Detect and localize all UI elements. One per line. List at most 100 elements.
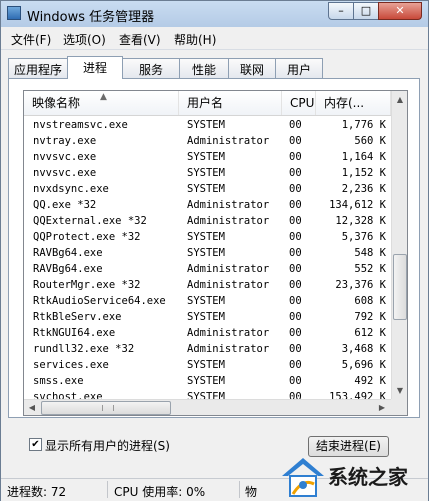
horizontal-scrollbar[interactable]: ◀ ▶ bbox=[24, 399, 391, 415]
process-memory: 5,376 K bbox=[341, 231, 386, 243]
vertical-scrollbar[interactable]: ▲ ▼ bbox=[391, 91, 407, 399]
process-cpu: 00 bbox=[289, 183, 302, 195]
table-row[interactable]: RtkAudioService64.exe SYSTEM 00 608 K bbox=[24, 293, 391, 309]
scroll-down-icon[interactable]: ▼ bbox=[392, 382, 407, 399]
table-row[interactable]: QQ.exe *32 Administrator 00 134,612 K bbox=[24, 197, 391, 213]
column-user-name[interactable]: 用户名 bbox=[179, 91, 282, 115]
table-row[interactable]: QQExternal.exe *32 Administrator 00 12,328 … bbox=[24, 213, 391, 229]
process-user: SYSTEM bbox=[187, 359, 225, 371]
process-cpu: 00 bbox=[289, 311, 302, 323]
process-user: Administrator bbox=[187, 263, 270, 275]
grip-icon bbox=[102, 405, 114, 411]
process-user: SYSTEM bbox=[187, 183, 225, 195]
table-row[interactable]: nvvsvc.exe SYSTEM 00 1,164 K bbox=[24, 149, 391, 165]
column-image-name[interactable]: 映像名称 ▲ bbox=[24, 91, 179, 115]
table-row[interactable]: RAVBg64.exe SYSTEM 00 548 K bbox=[24, 245, 391, 261]
status-divider bbox=[107, 481, 108, 498]
table-row[interactable]: RouterMgr.exe *32 Administrator 00 23,376 K bbox=[24, 277, 391, 293]
process-cpu: 00 bbox=[289, 279, 302, 291]
show-all-users-label: 显示所有用户的进程(S) bbox=[45, 439, 170, 453]
menu-options[interactable]: 选项(O) bbox=[63, 31, 106, 48]
process-cpu: 00 bbox=[289, 263, 302, 275]
process-cpu: 00 bbox=[289, 215, 302, 227]
process-memory: 12,328 K bbox=[335, 215, 386, 227]
tab-services[interactable]: 服务 bbox=[122, 58, 180, 78]
process-cpu: 00 bbox=[289, 151, 302, 163]
process-name: RouterMgr.exe *32 bbox=[33, 279, 141, 291]
menu-file[interactable]: 文件(F) bbox=[11, 31, 51, 48]
process-cpu: 00 bbox=[289, 327, 302, 339]
process-user: Administrator bbox=[187, 135, 270, 147]
table-row[interactable]: nvxdsync.exe SYSTEM 00 2,236 K bbox=[24, 181, 391, 197]
process-name: nvvsvc.exe bbox=[33, 167, 97, 179]
menu-bar: 文件(F) 选项(O) 查看(V) 帮助(H) bbox=[1, 27, 428, 50]
process-user: SYSTEM bbox=[187, 167, 225, 179]
table-row[interactable]: nvstreamsvc.exe SYSTEM 00 1,776 K bbox=[24, 117, 391, 133]
process-user: SYSTEM bbox=[187, 311, 225, 323]
process-memory: 560 K bbox=[354, 135, 386, 147]
table-row[interactable]: nvvsvc.exe SYSTEM 00 1,152 K bbox=[24, 165, 391, 181]
show-all-users-checkbox[interactable]: ✔ bbox=[29, 438, 42, 451]
process-memory: 3,468 K bbox=[341, 343, 386, 355]
process-name: nvtray.exe bbox=[33, 135, 97, 147]
watermark-logo-icon bbox=[282, 458, 324, 497]
table-row[interactable]: RAVBg64.exe Administrator 00 552 K bbox=[24, 261, 391, 277]
column-memory[interactable]: 内存(... bbox=[316, 91, 391, 115]
process-user: Administrator bbox=[187, 279, 270, 291]
table-row[interactable]: RtkNGUI64.exe Administrator 00 612 K bbox=[24, 325, 391, 341]
close-button[interactable]: ✕ bbox=[378, 2, 422, 20]
process-user: SYSTEM bbox=[187, 151, 225, 163]
process-memory: 1,152 K bbox=[341, 167, 386, 179]
process-list[interactable]: 映像名称 ▲ 用户名 CPU 内存(... nvstreamsvc.exe SYS… bbox=[23, 90, 408, 416]
process-memory: 552 K bbox=[354, 263, 386, 275]
process-name: nvvsvc.exe bbox=[33, 151, 97, 163]
tab-networking[interactable]: 联网 bbox=[228, 58, 276, 78]
column-cpu[interactable]: CPU bbox=[282, 91, 316, 115]
watermark: 系统之家 bbox=[270, 452, 429, 501]
tab-processes[interactable]: 进程 bbox=[67, 56, 123, 79]
column-header: 映像名称 ▲ 用户名 CPU 内存(... bbox=[24, 91, 391, 116]
process-user: Administrator bbox=[187, 327, 270, 339]
column-image-name-label: 映像名称 bbox=[32, 96, 81, 110]
task-manager-window: Windows 任务管理器 – □ ✕ 文件(F) 选项(O) 查看(V) 帮助… bbox=[0, 0, 429, 501]
tab-users[interactable]: 用户 bbox=[275, 58, 323, 78]
table-row[interactable]: rundll32.exe *32 Administrator 00 3,468 K bbox=[24, 341, 391, 357]
table-row[interactable]: nvtray.exe Administrator 00 560 K bbox=[24, 133, 391, 149]
menu-view[interactable]: 查看(V) bbox=[119, 31, 161, 48]
process-name: RAVBg64.exe bbox=[33, 263, 103, 275]
process-cpu: 00 bbox=[289, 199, 302, 211]
process-cpu: 00 bbox=[289, 375, 302, 387]
process-name: QQ.exe *32 bbox=[33, 199, 97, 211]
minimize-button[interactable]: – bbox=[328, 2, 354, 20]
vertical-scroll-thumb[interactable] bbox=[393, 254, 407, 320]
process-user: Administrator bbox=[187, 199, 270, 211]
process-cpu: 00 bbox=[289, 167, 302, 179]
table-row[interactable]: smss.exe SYSTEM 00 492 K bbox=[24, 373, 391, 389]
process-user: SYSTEM bbox=[187, 295, 225, 307]
status-memory: 物 bbox=[245, 485, 258, 499]
process-name: smss.exe bbox=[33, 375, 84, 387]
process-user: Administrator bbox=[187, 215, 270, 227]
scroll-left-icon[interactable]: ◀ bbox=[24, 400, 40, 415]
tab-applications[interactable]: 应用程序 bbox=[8, 58, 68, 78]
process-memory: 2,236 K bbox=[341, 183, 386, 195]
scroll-right-icon[interactable]: ▶ bbox=[374, 400, 390, 415]
table-row[interactable]: RtkBleServ.exe SYSTEM 00 792 K bbox=[24, 309, 391, 325]
process-name: services.exe bbox=[33, 359, 109, 371]
table-row[interactable]: services.exe SYSTEM 00 5,696 K bbox=[24, 357, 391, 373]
process-memory: 134,612 K bbox=[329, 199, 386, 211]
horizontal-scroll-thumb[interactable] bbox=[41, 401, 171, 415]
process-memory: 612 K bbox=[354, 327, 386, 339]
table-row[interactable]: QQProtect.exe *32 SYSTEM 00 5,376 K bbox=[24, 229, 391, 245]
process-name: RAVBg64.exe bbox=[33, 247, 103, 259]
process-name: rundll32.exe *32 bbox=[33, 343, 135, 355]
menu-help[interactable]: 帮助(H) bbox=[174, 31, 216, 48]
process-memory: 23,376 K bbox=[335, 279, 386, 291]
title-bar[interactable]: Windows 任务管理器 – □ ✕ bbox=[1, 1, 428, 27]
tab-performance[interactable]: 性能 bbox=[179, 58, 229, 78]
scroll-up-icon[interactable]: ▲ bbox=[392, 91, 407, 108]
checkmark-icon: ✔ bbox=[31, 439, 40, 450]
maximize-button[interactable]: □ bbox=[353, 2, 379, 20]
process-cpu: 00 bbox=[289, 295, 302, 307]
process-memory: 1,164 K bbox=[341, 151, 386, 163]
